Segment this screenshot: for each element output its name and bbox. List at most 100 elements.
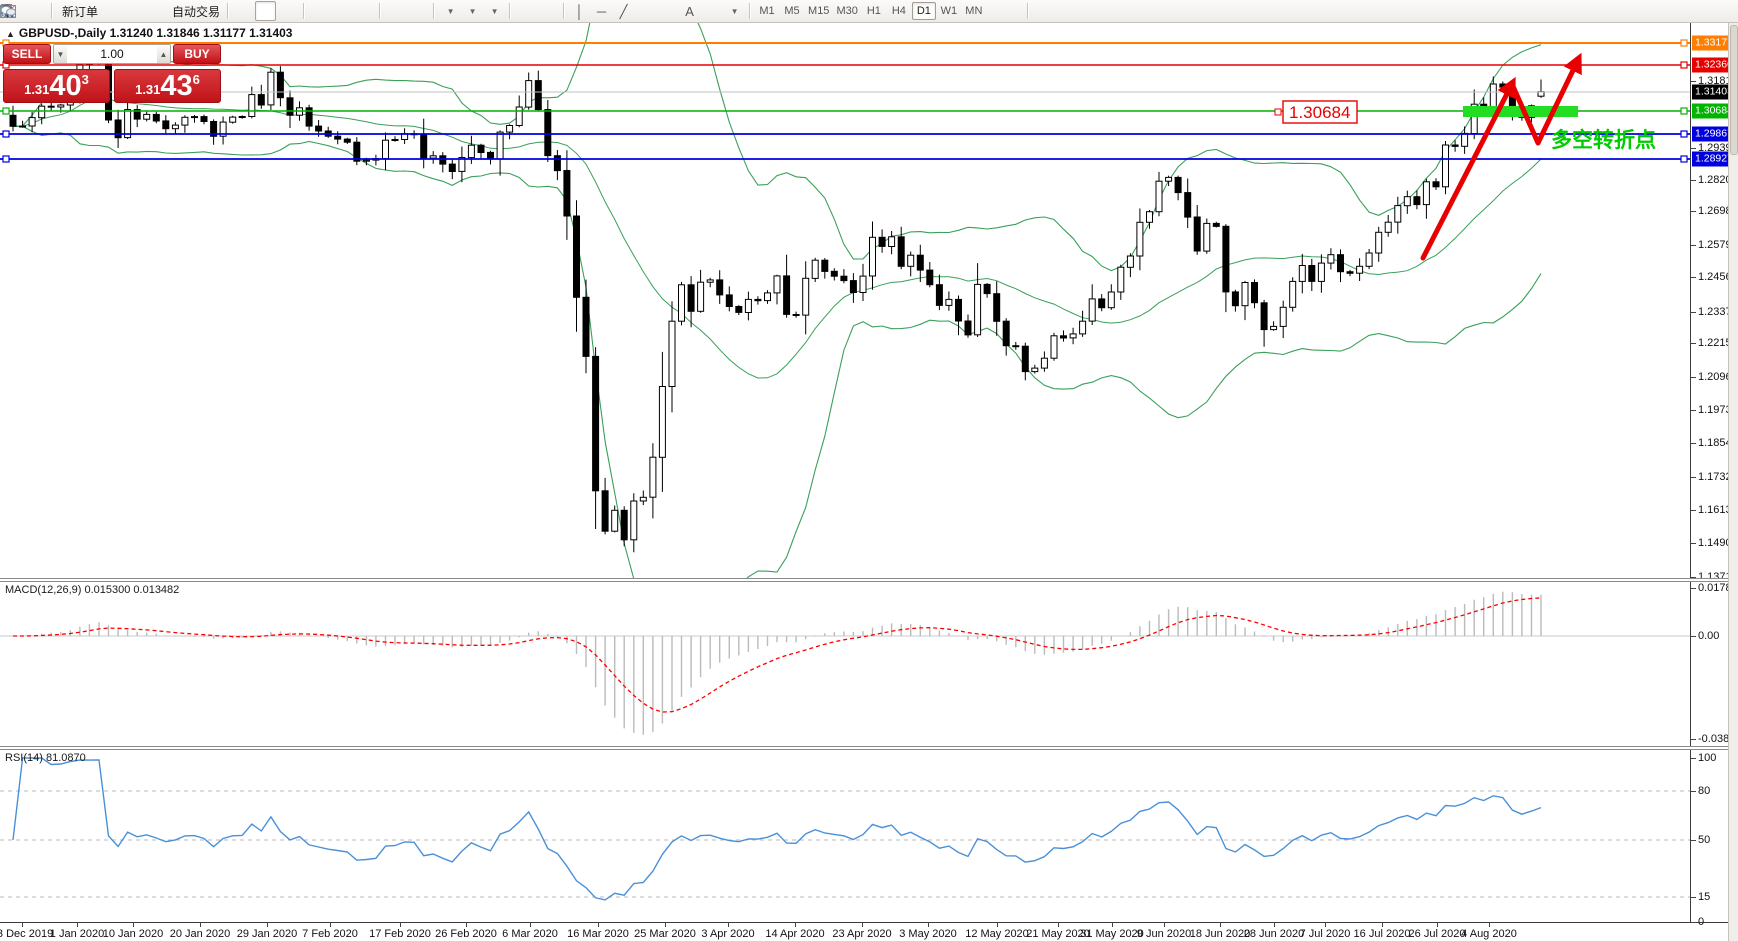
time-axis[interactable]: 23 Dec 20191 Jan 202010 Jan 202020 Jan 2… (0, 922, 1738, 941)
date-label: 16 Mar 2020 (567, 928, 629, 940)
panel-splitter[interactable] (0, 746, 1738, 750)
timeframe-m30[interactable]: M30 (833, 2, 860, 20)
time-tick-mark (200, 923, 201, 927)
new-order-button[interactable]: 新订单 (57, 1, 100, 21)
timeframe-h4[interactable]: H4 (887, 2, 911, 20)
new-chart-button[interactable]: ▼ (439, 1, 460, 21)
axis-tick-mark (1691, 588, 1696, 589)
timeframe-h1[interactable]: H1 (862, 2, 886, 20)
timeframe-m15[interactable]: M15 (805, 2, 832, 20)
axis-tick-mark (1691, 477, 1696, 478)
rsi-panel[interactable] (0, 750, 1690, 922)
axis-tick-mark (1691, 148, 1696, 149)
crosshair-button[interactable] (537, 1, 558, 21)
zoom-in-button[interactable] (309, 1, 330, 21)
macd-panel[interactable] (0, 582, 1690, 746)
line-chart-button[interactable] (277, 1, 298, 21)
time-tick-mark (795, 923, 796, 927)
svg-text:1.30684: 1.30684 (1289, 103, 1350, 122)
channel-button[interactable]: E (635, 1, 656, 21)
timeframe-m5[interactable]: M5 (780, 2, 804, 20)
collapse-icon[interactable]: ▲ (6, 29, 15, 39)
time-tick-mark (1325, 923, 1326, 927)
profiles-button[interactable] (25, 1, 46, 21)
axis-tick-mark (1691, 312, 1696, 313)
date-label: 20 Jan 2020 (170, 928, 231, 940)
autotrading-button[interactable]: 自动交易 (167, 1, 222, 21)
toolbar: 新订单 自动交易 ▼ ▼ ▼ │ ─ ╱ E F A T ▼ M1 M5 M15… (0, 0, 1738, 23)
sell-price-box[interactable]: 1.31403 (3, 69, 110, 103)
time-tick-mark (1220, 923, 1221, 927)
time-tick-mark (1274, 923, 1275, 927)
svg-text:多空转折点: 多空转折点 (1551, 128, 1656, 152)
volume-stepper: ▼ ▲ (53, 44, 171, 64)
fibonacci-button[interactable]: F (657, 1, 678, 21)
sell-button[interactable]: SELL (3, 44, 51, 64)
text-button[interactable]: A (679, 1, 700, 21)
time-tick-mark (1058, 923, 1059, 927)
date-label: 26 Feb 2020 (435, 928, 497, 940)
symbol-name: GBPUSD-,Daily (19, 26, 106, 40)
main-price-panel[interactable]: 1.30684 多空转折点 (0, 23, 1690, 578)
date-label: 26 Jul 2020 (1409, 928, 1466, 940)
volume-input[interactable] (67, 45, 157, 63)
candlestick-chart-button[interactable] (255, 1, 276, 21)
date-label: 25 Mar 2020 (634, 928, 696, 940)
gold-button[interactable] (101, 1, 122, 21)
auto-scroll-button[interactable] (385, 1, 406, 21)
panel-splitter[interactable] (0, 578, 1738, 582)
search-button[interactable] (1033, 1, 1054, 21)
rsi-label: RSI(14) 81.0870 (5, 752, 86, 764)
axis-tick-mark (1691, 410, 1696, 411)
time-tick-mark (665, 923, 666, 927)
volume-increase-button[interactable]: ▲ (157, 45, 170, 63)
axis-tick-mark (1691, 443, 1696, 444)
date-label: 7 Feb 2020 (302, 928, 358, 940)
horizontal-line-button[interactable]: ─ (591, 1, 612, 21)
volume-decrease-button[interactable]: ▼ (54, 45, 67, 63)
label-button[interactable]: T (701, 1, 722, 21)
time-tick-mark (1382, 923, 1383, 927)
scrollbar-thumb[interactable] (1730, 25, 1738, 155)
date-label: 10 Jan 2020 (103, 928, 164, 940)
timeframe-m1[interactable]: M1 (755, 2, 779, 20)
buy-price-box[interactable]: 1.31436 (114, 69, 221, 103)
arrows-button[interactable]: ▼ (723, 1, 744, 21)
tile-windows-button[interactable] (353, 1, 374, 21)
chevron-down-icon: ▼ (447, 7, 455, 16)
time-tick-mark (928, 923, 929, 927)
buy-price-sup: 6 (193, 72, 200, 87)
clock-button[interactable]: ▼ (461, 1, 482, 21)
vertical-line-button[interactable]: │ (569, 1, 590, 21)
time-tick-mark (466, 923, 467, 927)
cursor-button[interactable] (515, 1, 536, 21)
community-button[interactable] (123, 1, 144, 21)
signals-button[interactable] (145, 1, 166, 21)
axis-tick-mark (1691, 791, 1696, 792)
zoom-out-button[interactable] (331, 1, 352, 21)
timeframe-d1[interactable]: D1 (912, 2, 936, 20)
buy-button[interactable]: BUY (173, 44, 221, 64)
timeframe-mn[interactable]: MN (962, 2, 986, 20)
chart-shift-button[interactable] (407, 1, 428, 21)
macd-label: MACD(12,26,9) 0.015300 0.013482 (5, 584, 179, 596)
template-button[interactable]: ▼ (483, 1, 504, 21)
chat-button[interactable] (1055, 1, 1076, 21)
one-click-trading-panel: SELL ▼ ▲ BUY 1.31403 1.31436 (3, 44, 221, 103)
axis-tick-mark (1691, 510, 1696, 511)
rsi-axis-label: 15 (1698, 891, 1710, 903)
bars-chart-button[interactable] (233, 1, 254, 21)
buy-price-small: 1.31 (135, 80, 160, 100)
date-label: 18 Jun 2020 (1190, 928, 1251, 940)
timeframe-w1[interactable]: W1 (937, 2, 961, 20)
autotrading-label: 自动交易 (172, 3, 220, 20)
vertical-scrollbar[interactable] (1728, 23, 1738, 941)
macd-axis-label: 0.00 (1698, 630, 1719, 642)
date-label: 31 May 2020 (1080, 928, 1144, 940)
rsi-axis-label: 100 (1698, 752, 1716, 764)
time-tick-mark (862, 923, 863, 927)
axis-tick-mark (1691, 245, 1696, 246)
price-axis[interactable]: 1.318101.293951.282051.269801.257901.245… (1691, 23, 1728, 922)
trendline-button[interactable]: ╱ (613, 1, 634, 21)
time-tick-mark (728, 923, 729, 927)
